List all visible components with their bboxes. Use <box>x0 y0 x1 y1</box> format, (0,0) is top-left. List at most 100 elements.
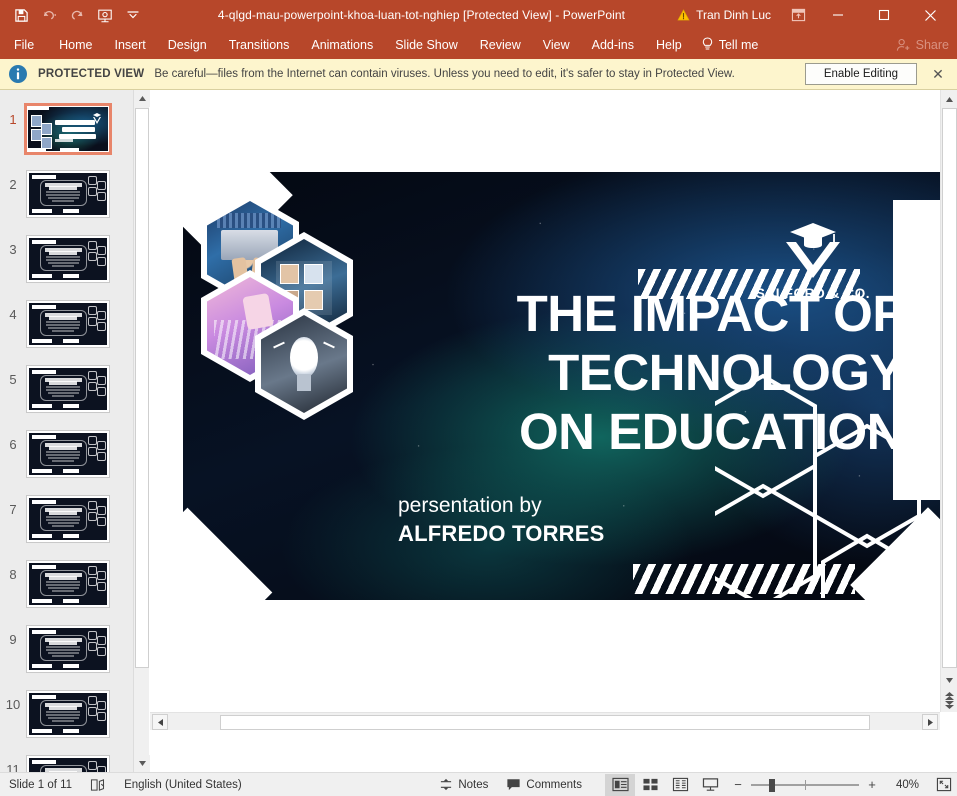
normal-view-button[interactable] <box>605 773 635 796</box>
slide-horizontal-scrollbar[interactable] <box>150 712 940 730</box>
scroll-left-icon[interactable] <box>152 714 168 730</box>
thumbnail-item[interactable]: 10 <box>0 681 133 746</box>
customize-quick-access-toolbar-icon[interactable] <box>120 3 146 27</box>
thumbnail-scroll-down-icon[interactable] <box>134 755 150 772</box>
slide-thumbnail-pane[interactable]: 1 2 3 4 5 6 7 8 9 10 11 <box>0 90 133 772</box>
ribbon-tab-help[interactable]: Help <box>645 30 693 59</box>
comments-button[interactable]: Comments <box>497 773 591 796</box>
thumbnail-item[interactable]: 5 <box>0 356 133 421</box>
scroll-down-icon[interactable] <box>942 672 957 688</box>
zoom-level-label[interactable]: 40% <box>885 779 919 791</box>
thumbnail-item[interactable]: 7 <box>0 486 133 551</box>
ribbon-tab-animations[interactable]: Animations <box>300 30 384 59</box>
ribbon-tab-review[interactable]: Review <box>469 30 532 59</box>
start-presentation-icon[interactable] <box>92 3 118 27</box>
slide-editing-area[interactable]: SALFORD & CO. THE IMPACT OF TECHNOLOGY O… <box>150 90 943 710</box>
comment-icon <box>507 779 521 791</box>
quick-access-toolbar <box>0 3 146 27</box>
protected-view-label: PROTECTED VIEW <box>38 68 145 80</box>
slide-title[interactable]: THE IMPACT OF TECHNOLOGY ON EDUCATION <box>483 284 904 461</box>
ribbon-tab-transitions[interactable]: Transitions <box>218 30 301 59</box>
slide-sorter-view-button[interactable] <box>635 774 665 796</box>
slide-vertical-scrollbar[interactable] <box>940 90 957 712</box>
scroll-right-icon[interactable] <box>922 714 938 730</box>
thumbnail-preview <box>29 693 107 735</box>
thumbnail-pane-scrollbar[interactable] <box>133 90 150 772</box>
account-user[interactable]: Tran Dinh Luc <box>667 3 781 27</box>
thumbnail-number: 6 <box>9 437 17 452</box>
accessibility-checker-icon[interactable] <box>81 773 115 796</box>
tell-me-search[interactable]: Tell me <box>693 30 769 59</box>
thumbnail-slide[interactable] <box>26 365 110 413</box>
ribbon-display-options-icon[interactable] <box>781 0 815 30</box>
window-right-controls: Tran Dinh Luc <box>667 0 957 30</box>
title-bar: 4-qlgd-mau-powerpoint-khoa-luan-tot-nghi… <box>0 0 957 30</box>
ribbon-tab-slide-show[interactable]: Slide Show <box>384 30 469 59</box>
share-button[interactable]: Share <box>896 30 949 59</box>
undo-icon[interactable] <box>36 3 62 27</box>
thumbnail-scrollbar-thumb[interactable] <box>135 108 149 668</box>
thumbnail-preview <box>29 433 107 475</box>
notes-icon <box>441 778 452 791</box>
thumbnail-slide-selected[interactable] <box>24 103 112 155</box>
thumbnail-slide[interactable] <box>26 235 110 283</box>
redo-icon[interactable] <box>64 3 90 27</box>
next-slide-button[interactable] <box>942 696 957 712</box>
slide-title-line-3: ON EDUCATION <box>518 403 904 460</box>
current-slide[interactable]: SALFORD & CO. THE IMPACT OF TECHNOLOGY O… <box>183 172 943 600</box>
thumbnail-item[interactable]: 2 <box>0 161 133 226</box>
save-icon[interactable] <box>8 3 34 27</box>
enable-editing-button[interactable]: Enable Editing <box>804 63 917 85</box>
scroll-up-icon[interactable] <box>942 91 957 107</box>
thumbnail-preview <box>29 563 107 605</box>
notes-button[interactable]: Notes <box>430 773 497 796</box>
thumbnail-scroll-up-icon[interactable] <box>134 90 150 107</box>
thumbnail-preview <box>29 173 107 215</box>
fit-to-window-button[interactable] <box>931 774 957 796</box>
thumbnail-item[interactable]: 4 <box>0 291 133 356</box>
language-indicator[interactable]: English (United States) <box>115 773 251 796</box>
thumbnail-item[interactable]: 1 <box>0 96 133 161</box>
thumbnail-slide[interactable] <box>26 560 110 608</box>
close-button[interactable] <box>907 0 953 30</box>
ribbon-tab-bar: File Home Insert Design Transitions Anim… <box>0 30 957 59</box>
zoom-slider[interactable] <box>751 777 859 793</box>
slide-show-button[interactable] <box>695 774 725 796</box>
maximize-button[interactable] <box>861 0 907 30</box>
thumbnail-item[interactable]: 8 <box>0 551 133 616</box>
zoom-out-button[interactable]: − <box>731 777 745 792</box>
ribbon-tab-insert[interactable]: Insert <box>104 30 157 59</box>
ribbon-tab-home[interactable]: Home <box>48 30 103 59</box>
thumbnail-item[interactable]: 11 <box>0 746 133 772</box>
thumbnail-number: 2 <box>9 177 17 192</box>
minimize-button[interactable] <box>815 0 861 30</box>
horizontal-scrollbar-thumb[interactable] <box>220 715 870 730</box>
status-bar: Slide 1 of 11 English (United States) No… <box>0 772 957 796</box>
thumbnail-slide[interactable] <box>26 755 110 772</box>
zoom-slider-handle[interactable] <box>769 778 775 792</box>
vertical-scrollbar-thumb[interactable] <box>942 108 957 668</box>
slide-subtitle[interactable]: persentation by ALFREDO TORRES <box>398 492 605 548</box>
ribbon-tab-file[interactable]: File <box>0 30 48 59</box>
thumbnail-slide[interactable] <box>26 430 110 478</box>
reading-view-button[interactable] <box>665 774 695 796</box>
slide-presenter-label: persentation by <box>398 494 542 517</box>
ribbon-tab-view[interactable]: View <box>532 30 581 59</box>
thumbnail-item[interactable]: 6 <box>0 421 133 486</box>
thumbnail-item[interactable]: 9 <box>0 616 133 681</box>
close-protected-view-icon[interactable]: ✕ <box>927 66 949 83</box>
thumbnail-item[interactable]: 3 <box>0 226 133 291</box>
thumbnail-preview <box>29 368 107 410</box>
ribbon-tab-add-ins[interactable]: Add-ins <box>581 30 645 59</box>
thumbnail-slide[interactable] <box>26 300 110 348</box>
zoom-in-button[interactable]: + <box>865 777 879 792</box>
tell-me-label: Tell me <box>718 37 759 52</box>
thumbnail-slide[interactable] <box>26 625 110 673</box>
warning-triangle-icon <box>677 9 690 21</box>
account-user-name: Tran Dinh Luc <box>696 8 771 22</box>
thumbnail-slide[interactable] <box>26 495 110 543</box>
ribbon-tab-design[interactable]: Design <box>157 30 218 59</box>
thumbnail-slide[interactable] <box>26 170 110 218</box>
zoom-control[interactable]: − + 40% <box>725 777 925 793</box>
thumbnail-slide[interactable] <box>26 690 110 738</box>
